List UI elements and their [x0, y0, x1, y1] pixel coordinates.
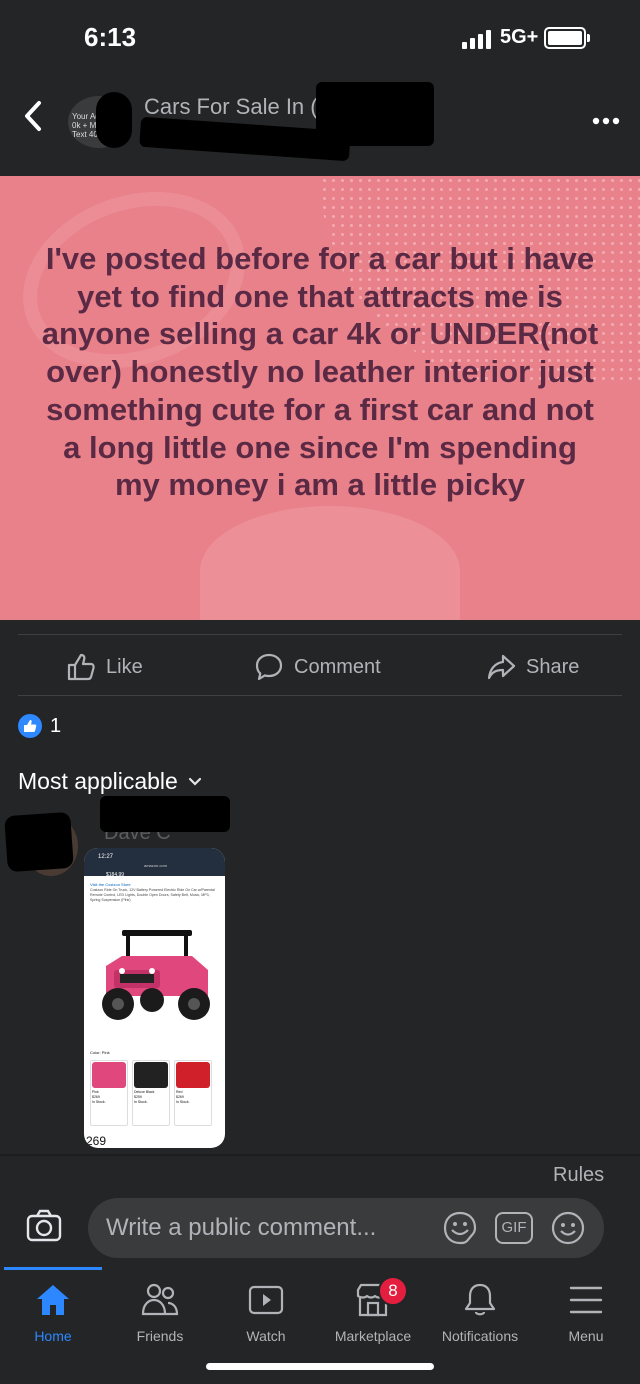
color-options: Pink $269 In Stock. Deluxe Black $259 In…: [90, 1060, 212, 1126]
signal-icon: [462, 30, 491, 49]
screenshot-price: $184.99: [106, 872, 125, 878]
bell-icon: [464, 1283, 496, 1316]
battery-icon: [544, 27, 590, 49]
divider: [0, 1154, 640, 1156]
camera-icon[interactable]: [24, 1206, 64, 1246]
chevron-left-icon[interactable]: [22, 100, 44, 138]
group-title[interactable]: Cars For Sale In (: [144, 94, 318, 120]
color-sample: [92, 1062, 126, 1088]
color-sample: [134, 1062, 168, 1088]
watch-icon: [248, 1285, 284, 1315]
screenshot-bottom-price: 269: [86, 1134, 107, 1148]
tab-notifications[interactable]: Notifications: [427, 1282, 533, 1344]
like-label: Like: [106, 655, 143, 678]
emoji-icon[interactable]: [550, 1210, 586, 1246]
comments-sort-dropdown[interactable]: Most applicable: [18, 768, 202, 795]
tab-watch[interactable]: Watch: [213, 1282, 319, 1344]
tab-label: Watch: [246, 1328, 286, 1344]
pink-jeep-image: [102, 930, 210, 1020]
tab-label: Menu: [568, 1328, 604, 1344]
screenshot-description: Costzon Ride On Truck, 12V Battery Power…: [90, 888, 215, 902]
reaction-count: 1: [50, 714, 62, 737]
redaction-mark: [100, 796, 230, 832]
tab-home[interactable]: Home: [0, 1282, 106, 1344]
option-stock: In Stock.: [92, 1100, 106, 1104]
home-icon: [37, 1285, 69, 1315]
screenshot-color-label: Color: Pink: [90, 1050, 110, 1055]
comment-label: Comment: [294, 655, 381, 678]
thumbs-up-icon: [67, 653, 95, 681]
divider: [18, 634, 622, 635]
tab-friends[interactable]: Friends: [107, 1282, 213, 1344]
tab-label: Friends: [136, 1328, 184, 1344]
tab-menu[interactable]: Menu: [533, 1282, 639, 1344]
comment-image[interactable]: 12:27 amazon.com $184.99 Visit the Costz…: [84, 848, 225, 1148]
active-tab-indicator: [4, 1267, 102, 1270]
sort-label: Most applicable: [18, 768, 178, 794]
color-option[interactable]: Red $269 In Stock.: [174, 1060, 212, 1126]
menu-icon: [569, 1286, 603, 1314]
gif-icon[interactable]: GIF: [495, 1212, 533, 1244]
status-time: 6:13: [84, 22, 137, 52]
color-option[interactable]: Pink $269 In Stock.: [90, 1060, 128, 1126]
network-label: 5G+: [500, 26, 539, 48]
divider: [18, 695, 622, 696]
tab-marketplace[interactable]: Marketplace: [320, 1282, 426, 1344]
friends-icon: [141, 1283, 179, 1316]
redaction-mark: [96, 92, 132, 148]
comment-placeholder: Write a public comment...: [106, 1214, 377, 1241]
marketplace-badge: 8: [378, 1276, 408, 1306]
tab-label: Notifications: [441, 1328, 519, 1344]
screenshot-store: Visit the Costzon Store: [90, 882, 131, 887]
post-text: I've posted before for a car but i have …: [41, 241, 599, 503]
color-option[interactable]: Deluxe Black $259 In Stock.: [132, 1060, 170, 1126]
redaction-mark: [4, 811, 74, 873]
screenshot-time: 12:27: [98, 854, 114, 860]
share-icon: [487, 654, 516, 680]
home-indicator: [206, 1363, 434, 1370]
reactions-summary[interactable]: 1: [18, 714, 61, 738]
rules-link[interactable]: Rules: [553, 1164, 604, 1187]
like-reaction-icon: [18, 714, 42, 738]
share-button[interactable]: Share: [486, 650, 579, 684]
option-stock: In Stock.: [176, 1100, 190, 1104]
more-dots-icon[interactable]: [592, 102, 620, 133]
tab-label: Marketplace: [334, 1328, 412, 1344]
comment-icon: [255, 653, 283, 681]
screenshot-url: amazon.com: [144, 863, 167, 868]
option-stock: In Stock.: [134, 1100, 148, 1104]
color-sample: [176, 1062, 210, 1088]
chevron-down-icon: [188, 777, 201, 786]
share-label: Share: [526, 655, 580, 678]
like-button[interactable]: Like: [66, 650, 143, 684]
sticker-icon[interactable]: [442, 1210, 478, 1246]
comment-button[interactable]: Comment: [254, 650, 381, 684]
tab-label: Home: [34, 1328, 72, 1344]
